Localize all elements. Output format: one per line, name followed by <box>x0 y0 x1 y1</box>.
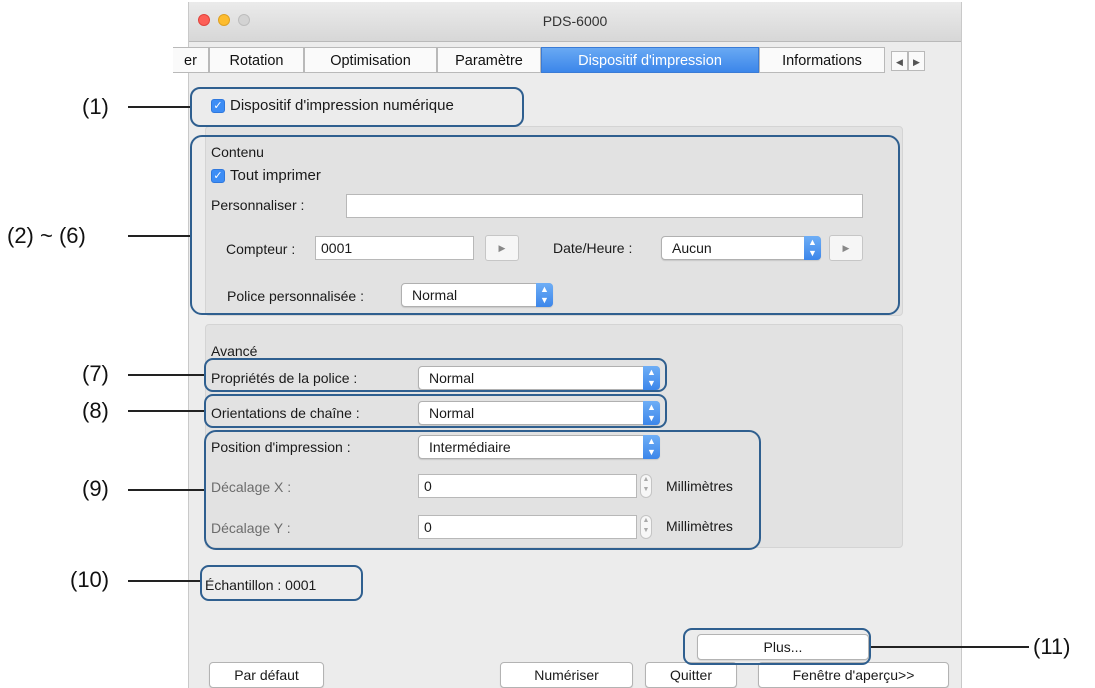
tab-partial-left[interactable]: er <box>173 47 209 73</box>
callout-2-6: (2) ~ (6) <box>7 223 86 248</box>
leader-line-11 <box>871 646 1029 648</box>
tab-optimisation[interactable]: Optimisation <box>304 47 437 73</box>
scan-button[interactable]: Numériser <box>500 662 633 688</box>
tab-dispositif-impression[interactable]: Dispositif d'impression <box>541 47 759 73</box>
leader-line-7 <box>128 374 204 376</box>
tab-scroll-left-button[interactable]: ◀ <box>891 51 908 71</box>
leader-line-9 <box>128 489 204 491</box>
callout-7: (7) <box>82 361 109 386</box>
callout-8: (8) <box>82 398 109 423</box>
default-button[interactable]: Par défaut <box>209 662 324 688</box>
callout-11: (11) <box>1033 634 1071 659</box>
callout-1: (1) <box>82 94 109 119</box>
title-bar: PDS-6000 <box>189 2 961 42</box>
highlight-box-1 <box>190 87 524 127</box>
highlight-box-9 <box>204 430 761 550</box>
leader-line-8 <box>128 410 204 412</box>
quit-button[interactable]: Quitter <box>645 662 737 688</box>
tab-informations[interactable]: Informations <box>759 47 885 73</box>
leader-line-2-6 <box>128 235 190 237</box>
tab-rotation[interactable]: Rotation <box>209 47 304 73</box>
highlight-box-8 <box>204 394 667 428</box>
leader-line-10 <box>128 580 200 582</box>
tab-scroll-right-button[interactable]: ▶ <box>908 51 925 71</box>
leader-line-1 <box>128 106 190 108</box>
highlight-box-7 <box>204 358 667 392</box>
highlight-box-2-6 <box>190 135 900 315</box>
callout-10: (10) <box>70 567 110 592</box>
avance-title: Avancé <box>211 343 258 359</box>
preview-window-button[interactable]: Fenêtre d'aperçu>> <box>758 662 949 688</box>
window-title: PDS-6000 <box>542 13 608 29</box>
callout-9: (9) <box>82 476 109 501</box>
tab-parametre[interactable]: Paramètre <box>437 47 541 73</box>
tab-strip: er Rotation Optimisation Paramètre Dispo… <box>173 47 937 75</box>
highlight-box-11 <box>683 628 871 665</box>
highlight-box-10 <box>200 565 363 601</box>
